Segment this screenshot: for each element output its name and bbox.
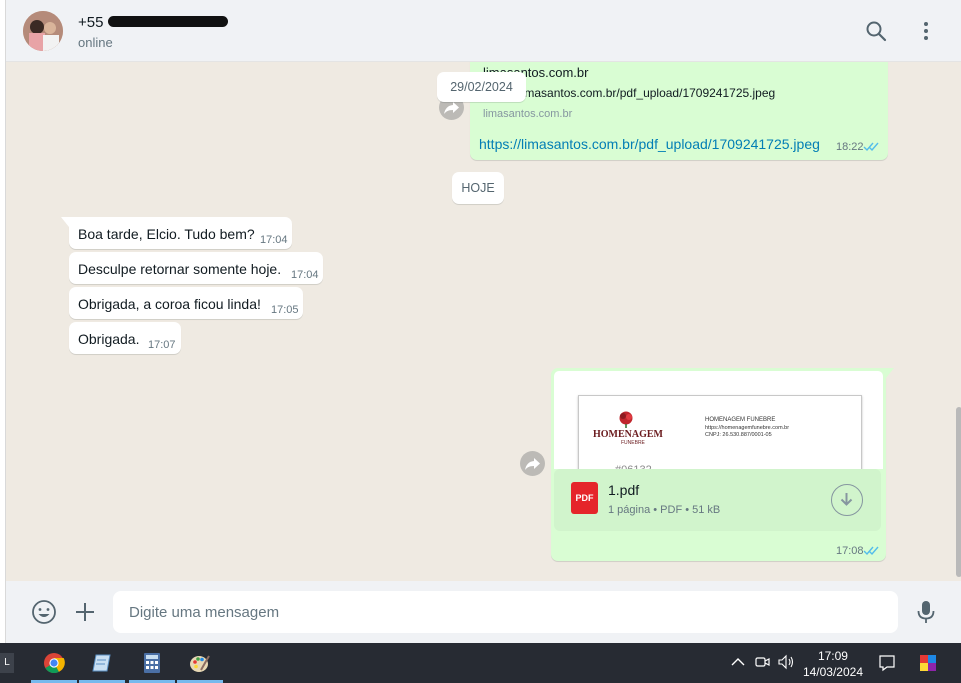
bubble-tail [886,368,894,378]
contact-avatar[interactable] [23,11,63,51]
message-time: 17:08 [836,545,864,557]
taskbar-clock[interactable]: 17:09 14/03/2024 [803,648,863,680]
message-time: 17:05 [271,304,299,316]
app-tray-icon[interactable] [918,653,938,673]
taskbar-app-calculator[interactable] [129,643,175,683]
emoji-icon[interactable] [31,599,57,625]
whatsapp-window: +55 online limasantos.com.br https://lim… [5,0,961,643]
search-icon[interactable] [864,19,888,43]
taskbar-left-label[interactable]: L [0,653,14,673]
document-file-card[interactable]: PDF 1.pdf 1 página • PDF • 51 kB [554,469,881,531]
message-time: 17:04 [291,269,319,281]
document-page: HOMENAGEM FUNEBRE HOMENAGEM FUNEBRE http… [578,395,862,469]
volume-icon[interactable] [777,654,795,670]
calculator-icon [144,653,160,673]
preview-cnpj: CNPJ: 26.530.887/0001-05 [705,432,772,438]
link-preview-url: https://limasantos.com.br/pdf_upload/170… [483,86,776,100]
document-meta: 1 página • PDF • 51 kB [608,504,721,516]
incoming-message[interactable]: Boa tarde, Elcio. Tudo bem? 17:04 [61,217,292,249]
download-icon[interactable] [831,484,863,516]
read-ticks-icon [863,142,879,152]
windows-taskbar: L 17:09 14/03/2024 [0,643,961,683]
meet-now-icon[interactable] [754,654,770,670]
outgoing-link-message[interactable]: limasantos.com.br https://limasantos.com… [470,62,888,160]
pdf-file-icon: PDF [571,482,598,514]
rose-logo-icon [619,411,633,428]
message-time: 17:04 [260,234,288,246]
incoming-message[interactable]: Obrigada, a coroa ficou linda! 17:05 [69,287,303,319]
read-ticks-icon [863,546,879,556]
message-text: Desculpe retornar somente hoje. [78,261,282,277]
contact-status: online [78,35,113,50]
clock-time: 17:09 [817,649,848,663]
message-text: Obrigada. [78,331,140,347]
document-filename: 1.pdf [608,482,640,498]
message-list[interactable]: limasantos.com.br https://limasantos.com… [6,62,961,581]
contact-name[interactable]: +55 [78,14,103,31]
chat-scrollbar[interactable] [956,407,961,577]
message-text: Boa tarde, Elcio. Tudo bem? [78,226,255,242]
bubble-tail [61,217,69,227]
taskbar-app-paint[interactable] [177,643,223,683]
redaction-mark [108,16,228,27]
microphone-icon[interactable] [913,599,939,625]
outgoing-document-message[interactable]: HOMENAGEM FUNEBRE HOMENAGEM FUNEBRE http… [551,368,894,561]
taskbar-app-chrome[interactable] [31,643,77,683]
attach-plus-icon[interactable] [72,599,98,625]
incoming-message[interactable]: Desculpe retornar somente hoje. 17:04 [69,252,323,284]
chrome-icon [44,653,65,674]
preview-company: HOMENAGEM FUNEBRE [705,417,776,423]
chevron-up-icon[interactable] [731,657,745,667]
date-chip: 29/02/2024 [437,72,526,102]
link-preview-domain: limasantos.com.br [483,108,573,120]
clock-date: 14/03/2024 [802,665,863,679]
notifications-icon[interactable] [878,654,896,672]
message-text: Obrigada, a coroa ficou linda! [78,296,261,312]
preview-logo-text: HOMENAGEM [593,429,663,440]
today-chip: HOJE [452,172,504,204]
forward-icon[interactable] [520,451,545,476]
composer-bar [6,581,961,643]
message-input[interactable] [113,591,898,633]
preview-logo-subtext: FUNEBRE [621,440,645,446]
chat-header: +55 online [6,0,961,62]
preview-site: https://homenagemfunebre.com.br [705,425,790,431]
notepad-icon [92,654,111,672]
message-link[interactable]: https://limasantos.com.br/pdf_upload/170… [479,136,820,152]
message-time: 18:22 [836,141,864,153]
paint-palette-icon [190,655,210,672]
document-preview[interactable]: HOMENAGEM FUNEBRE HOMENAGEM FUNEBRE http… [554,371,883,469]
incoming-message[interactable]: Obrigada. 17:07 [69,322,181,354]
message-time: 17:07 [148,339,176,351]
menu-kebab-icon[interactable] [914,19,938,43]
taskbar-app-editor[interactable] [79,643,125,683]
